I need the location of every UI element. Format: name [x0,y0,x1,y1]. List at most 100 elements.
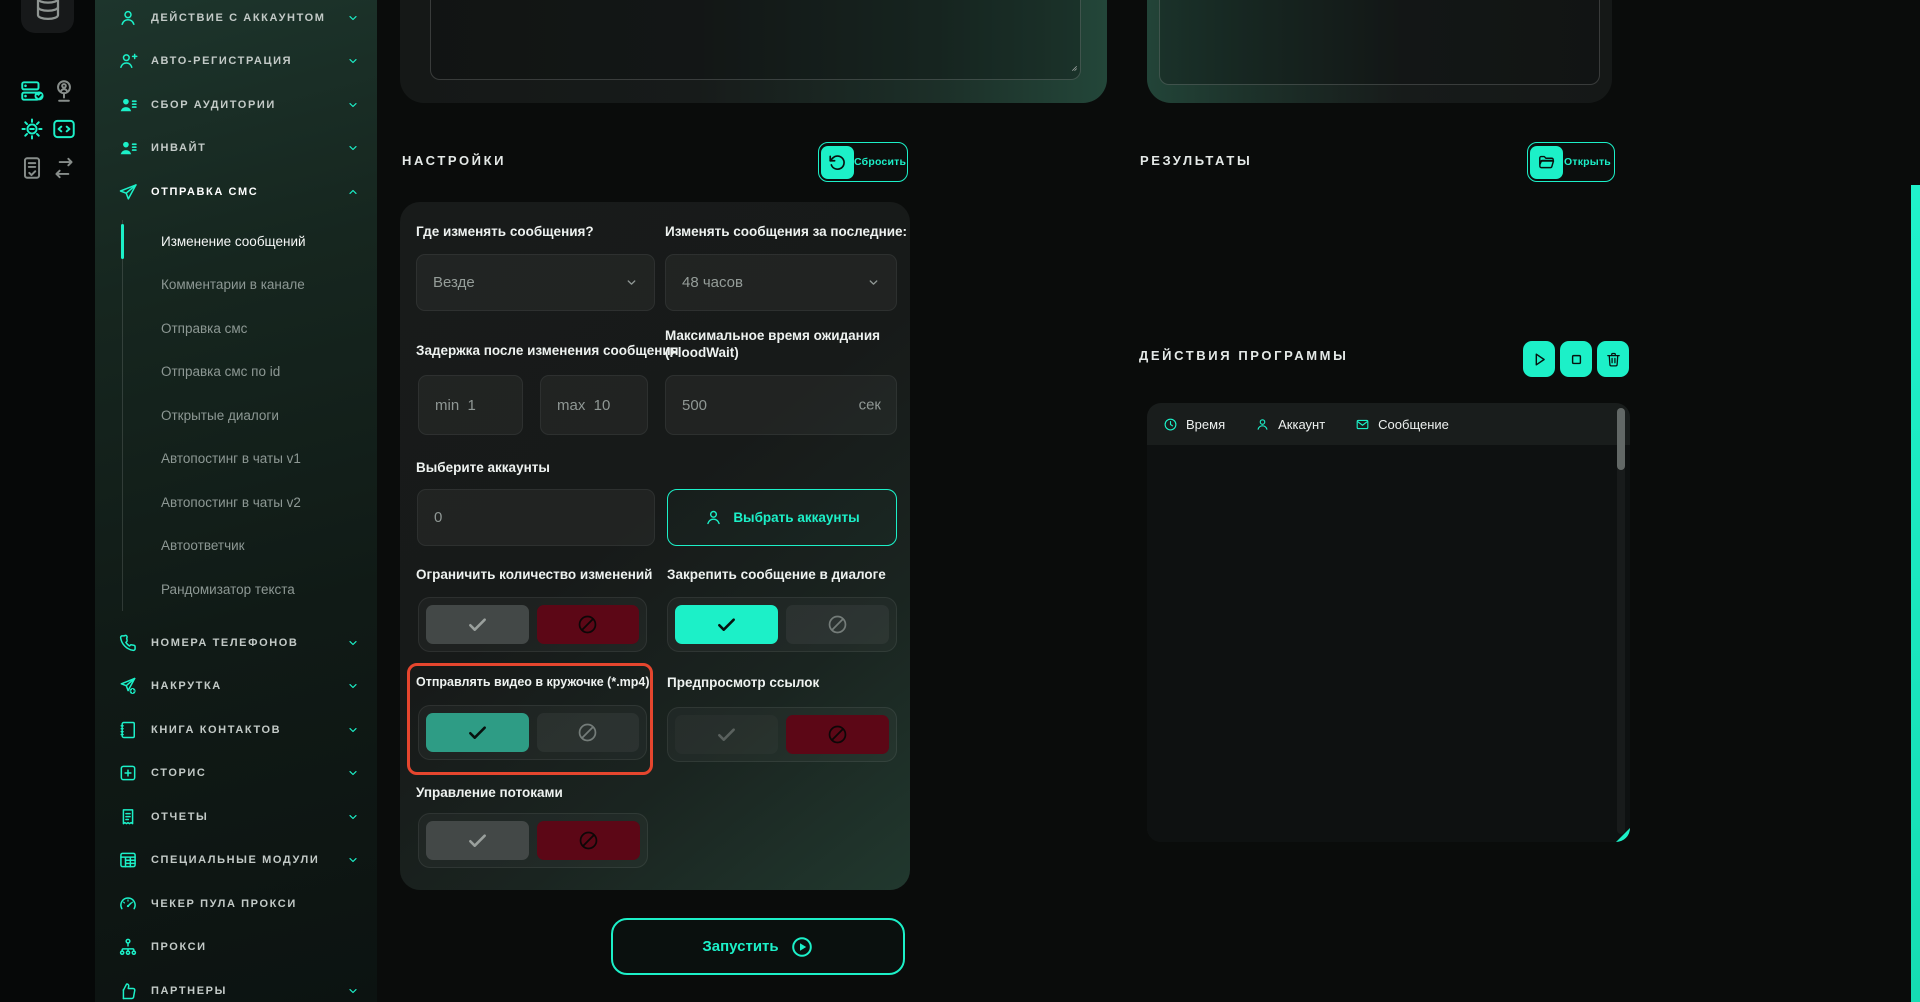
chevron-down-icon [347,985,359,997]
chevron-down-icon [347,724,359,736]
chevron-down-icon [347,680,359,692]
user-icon [1255,417,1270,432]
sidebar-item-invite[interactable]: ИНВАЙТ [95,127,377,171]
database-icon [33,0,63,22]
stop-icon [1568,351,1585,368]
plus-square-icon [118,763,138,783]
plane-icon [118,182,138,202]
limit-toggle-no-button[interactable] [536,605,639,644]
sidebar-item-label: ОТЧЕТЫ [151,810,209,823]
program-actions-table: Время Аккаунт Сообщение [1147,403,1630,842]
results-card [1147,0,1612,103]
sidebar-item-partners[interactable]: ПАРТНЕРЫ [95,969,377,1002]
threads-toggle [418,813,648,868]
accounts-count-input[interactable] [417,489,655,546]
sidebar-item-auto-registration[interactable]: АВТО-РЕГИСТРАЦИЯ [95,40,377,84]
submenu-item-sms-send-by-id[interactable]: Отправка смс по id [123,350,377,394]
sidebar-item-sms-sending[interactable]: ОТПРАВКА СМС [95,170,377,214]
submenu-item-open-dialogs[interactable]: Открытые диалоги [123,394,377,438]
column-account: Аккаунт [1255,417,1325,432]
open-button-label: Открыть [1564,156,1611,168]
threads-toggle-yes-button[interactable] [426,821,529,860]
floodwait-suffix: сек [858,396,881,414]
open-button[interactable]: Открыть [1527,142,1615,182]
server-check-icon[interactable] [19,78,45,104]
where-select[interactable]: Везде [416,254,655,311]
bug-gear-icon[interactable] [19,116,45,142]
video-toggle-label: Отправлять видео в кружочке (*.mp4) [416,675,650,689]
clear-log-button[interactable] [1597,341,1629,377]
table-scrollbar-thumb[interactable] [1617,408,1625,470]
sidebar-item-label: ОТПРАВКА СМС [151,185,259,198]
sidebar-item-reports[interactable]: ОТЧЕТЫ [95,795,377,839]
settings-title: НАСТРОЙКИ [402,153,507,168]
users-icon [118,95,138,115]
page-scrollbar[interactable] [1911,185,1920,1002]
delay-min-input[interactable] [418,375,523,435]
sidebar-item-label: СТОРИС [151,767,207,780]
pin-toggle [667,597,897,652]
table-scrollbar-track [1617,408,1625,834]
sidebar-item-phone-numbers[interactable]: НОМЕРА ТЕЛЕФОНОВ [95,621,377,665]
where-select-value: Везде [433,274,475,291]
sidebar-item-boosting[interactable]: НАКРУТКА [95,665,377,709]
column-message-label: Сообщение [1378,416,1449,432]
start-log-button[interactable] [1523,341,1555,377]
submenu-item-autoposting-chats-v1[interactable]: Автопостинг в чаты v1 [123,437,377,481]
submenu-item-message-editing[interactable]: Изменение сообщений [121,220,377,264]
sidebar: ДЕЙСТВИЕ С АККАУНТОМ АВТО-РЕГИСТРАЦИЯ СБОР… [95,0,377,1002]
pin-toggle-no-button[interactable] [786,605,889,644]
sidebar-item-label: СБОР АУДИТОРИИ [151,98,276,111]
swap-icon[interactable] [51,155,77,181]
results-title: РЕЗУЛЬТАТЫ [1140,153,1253,168]
preview-toggle-yes-button[interactable] [675,715,778,754]
sidebar-item-label: НОМЕРА ТЕЛЕФОНОВ [151,636,299,649]
sidebar-item-proxy-pool-checker[interactable]: ЧЕКЕР ПУЛА ПРОКСИ [95,882,377,926]
mail-icon [1355,417,1370,432]
limit-toggle-yes-button[interactable] [426,605,529,644]
video-toggle-yes-button[interactable] [426,713,529,752]
submenu-item-channel-comments[interactable]: Комментарии в канале [123,263,377,307]
app-logo-button[interactable] [21,0,74,33]
submenu-item-autoresponder[interactable]: Автоответчик [123,524,377,568]
sidebar-item-label: НАКРУТКА [151,680,222,693]
sidebar-item-audience-collection[interactable]: СБОР АУДИТОРИИ [95,83,377,127]
settings-card: Где изменять сообщения? Изменять сообщен… [400,202,910,890]
reset-icon [828,153,847,172]
program-actions-controls [1523,341,1629,377]
select-accounts-button[interactable]: Выбрать аккаунты [667,489,897,546]
sidebar-item-special-modules[interactable]: СПЕЦИАЛЬНЫЕ МОДУЛИ [95,839,377,883]
results-textarea[interactable] [1159,0,1600,85]
message-textarea[interactable] [430,0,1081,80]
resize-handle-icon[interactable] [1066,60,1078,72]
app-window: ДЕЙСТВИЕ С АККАУНТОМ АВТО-РЕГИСТРАЦИЯ СБОР… [0,0,1920,1002]
video-toggle-no-button[interactable] [536,713,639,752]
ban-icon [826,613,849,636]
doc-check-icon[interactable] [19,155,45,181]
period-label: Изменять сообщения за последние: [665,224,908,239]
delay-max-input[interactable] [540,375,648,435]
run-button[interactable]: Запустить [611,918,905,975]
submenu-item-sms-send[interactable]: Отправка смс [123,307,377,351]
sidebar-item-account-actions[interactable]: ДЕЙСТВИЕ С АККАУНТОМ [95,0,377,40]
code-window-icon[interactable] [51,116,77,142]
chevron-down-icon [347,854,359,866]
reset-button[interactable]: Сбросить [818,142,908,182]
period-select[interactable]: 48 часов [665,254,897,311]
preview-toggle-no-button[interactable] [786,715,889,754]
person-camera-icon[interactable] [51,78,77,104]
stop-log-button[interactable] [1560,341,1592,377]
ban-icon [576,613,599,636]
pin-toggle-yes-button[interactable] [675,605,778,644]
sidebar-item-stories[interactable]: СТОРИС [95,752,377,796]
submenu-item-autoposting-chats-v2[interactable]: Автопостинг в чаты v2 [123,481,377,525]
sidebar-item-contact-book[interactable]: КНИГА КОНТАКТОВ [95,708,377,752]
sidebar-item-proxy[interactable]: ПРОКСИ [95,926,377,970]
threads-toggle-no-button[interactable] [537,821,640,860]
program-actions-title: ДЕЙСТВИЯ ПРОГРАММЫ [1139,348,1349,363]
sidebar-item-label: СПЕЦИАЛЬНЫЕ МОДУЛИ [151,854,320,867]
column-account-label: Аккаунт [1278,416,1326,432]
check-icon [466,829,489,852]
submenu-item-text-randomizer[interactable]: Рандомизатор текста [123,568,377,612]
preview-toggle [667,707,897,762]
